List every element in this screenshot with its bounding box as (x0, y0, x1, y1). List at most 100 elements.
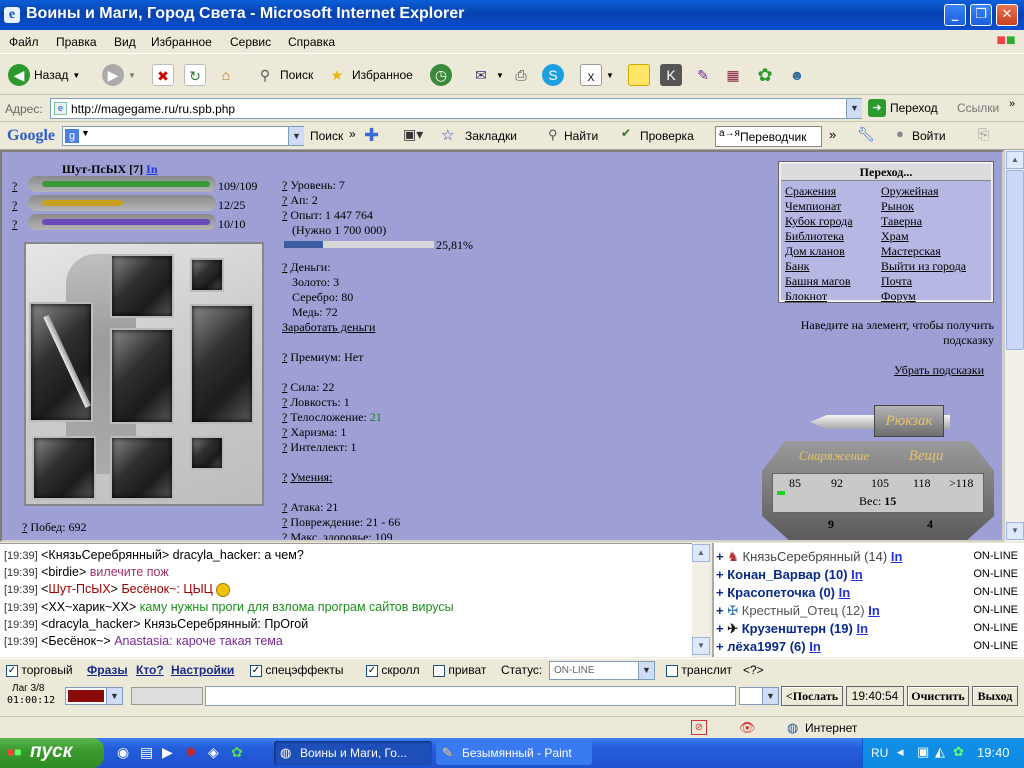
scroll-down-icon[interactable]: ▼ (1006, 522, 1024, 540)
nav-leave-city[interactable]: Выйти из города (881, 259, 966, 274)
nav-tavern[interactable]: Таверна (881, 214, 966, 229)
menu-edit[interactable]: Правка (56, 35, 97, 49)
chat-nick[interactable]: XX~харик~XX (48, 600, 128, 614)
chevron-right-icon[interactable]: » (829, 127, 836, 142)
bug-icon[interactable]: ✹ (185, 744, 197, 761)
chat-nick[interactable]: dracyla_hacker (48, 617, 133, 631)
menu-view[interactable]: Вид (114, 35, 136, 49)
google-search-dropdown[interactable]: ▼ (288, 127, 304, 145)
nav-market[interactable]: Рынок (881, 199, 966, 214)
phrases-link[interactable]: Фразы (87, 663, 128, 677)
scroll-checkbox[interactable]: ✓ скролл (366, 663, 420, 677)
stop-button[interactable]: ✖ (152, 62, 174, 88)
tab-equipment[interactable]: Снаряжение (792, 445, 876, 467)
chat-nick[interactable]: birdie (48, 565, 79, 579)
nav-library[interactable]: Библиотека (785, 229, 853, 244)
user-info-link[interactable]: In (851, 567, 863, 582)
smiles-select[interactable]: ▼ (739, 687, 779, 705)
menu-tools[interactable]: Сервис (230, 35, 271, 49)
print-button[interactable]: ⎙ (510, 62, 532, 88)
tab-items[interactable]: Вещи (896, 445, 956, 467)
nav-city-cup[interactable]: Кубок города (785, 214, 853, 229)
nav-temple[interactable]: Храм (881, 229, 966, 244)
language-indicator[interactable]: RU (871, 746, 888, 760)
nav-mage-tower[interactable]: Башня магов (785, 274, 853, 289)
nav-clan-house[interactable]: Дом кланов (785, 244, 853, 259)
links-label[interactable]: Ссылки (957, 101, 999, 115)
task-ie-window[interactable]: ◍ Воины и Маги, Го... (274, 741, 432, 765)
nav-battles[interactable]: Сражения (785, 184, 853, 199)
close-button[interactable]: ✕ (996, 4, 1018, 26)
armor-slot[interactable] (110, 328, 174, 424)
icq-quicklaunch-icon[interactable]: ✿ (231, 744, 243, 761)
ring-slot[interactable] (190, 436, 224, 470)
back-button[interactable]: ◀ Назад ▼ (8, 62, 80, 88)
tray-chevron-icon[interactable]: ◂ (897, 744, 904, 760)
chat-message-input[interactable] (205, 686, 736, 706)
earn-money-link[interactable]: Заработать деньги (282, 320, 400, 335)
google-search-button[interactable]: Поиск (310, 129, 343, 143)
chevron-right-icon[interactable]: » (1009, 98, 1015, 110)
shield-slot[interactable] (190, 304, 254, 424)
icq-button[interactable]: ✿ (754, 62, 776, 88)
note-button[interactable] (628, 62, 650, 88)
forward-button[interactable]: ▶ ▼ (102, 62, 136, 88)
user-info-link[interactable]: In (891, 549, 903, 564)
user-info-link[interactable]: In (856, 621, 868, 636)
who-link[interactable]: Кто? (136, 663, 164, 677)
amulet-slot[interactable] (190, 258, 224, 292)
translit-checkbox[interactable]: транслит (666, 663, 732, 677)
remove-hints-link[interactable]: Убрать подсказки (894, 363, 984, 378)
user-row[interactable]: + ♞ КнязьСеребрянный (14) In ON-LINE (716, 549, 1022, 567)
user-info-link[interactable]: In (809, 639, 821, 654)
wins-help-link[interactable]: ? (22, 520, 27, 534)
character-info-link[interactable]: In (146, 162, 157, 176)
messenger-button[interactable]: ✎ (692, 62, 714, 88)
privacy-icon[interactable]: 👁︎ (739, 720, 756, 736)
menu-help[interactable]: Справка (288, 35, 335, 49)
minimize-button[interactable]: _ (944, 4, 966, 26)
user-row[interactable]: + лёха1997 (6) In ON-LINE (716, 639, 1022, 657)
chat-scrollbar[interactable]: ▲ ▼ (692, 543, 710, 657)
options-icon[interactable]: ⎘ (978, 126, 989, 143)
settings-link[interactable]: Настройки (171, 663, 234, 677)
color-select[interactable]: ▼ (65, 687, 123, 705)
task-paint-window[interactable]: ✎ Безымянный - Paint (436, 741, 592, 765)
nav-bank[interactable]: Банк (785, 259, 853, 274)
recipient-field[interactable] (131, 687, 203, 705)
user-row[interactable]: + Красопеточка (0) In ON-LINE (716, 585, 1022, 603)
research-button[interactable]: ▦ (722, 62, 744, 88)
user-info-link[interactable]: In (839, 585, 851, 600)
icq-tray-icon[interactable]: ✿ (953, 744, 964, 760)
login-button[interactable]: Войти (912, 129, 946, 143)
desktop-icon[interactable]: ▤ (140, 744, 153, 761)
go-button[interactable]: ➜ Переход (868, 97, 938, 119)
history-button[interactable]: ◷ (430, 62, 452, 88)
address-input[interactable]: e http://magegame.ru/ru.spb.php (50, 98, 862, 119)
menu-file[interactable]: Файл (9, 35, 39, 49)
plus-icon[interactable]: ✚ (364, 125, 379, 146)
clear-button[interactable]: Очистить (907, 686, 969, 706)
skype-button[interactable]: S (542, 62, 564, 88)
translit-help-link[interactable]: <?> (743, 663, 764, 677)
user-info-link[interactable]: In (868, 603, 880, 618)
menu-favorites[interactable]: Избранное (151, 35, 212, 49)
favorites-button[interactable]: ★ Избранное (326, 62, 413, 88)
scroll-thumb[interactable] (1006, 170, 1024, 350)
nav-championship[interactable]: Чемпионат (785, 199, 853, 214)
user-row[interactable]: + Конан_Варвар (10) In ON-LINE (716, 567, 1022, 585)
google-search-input[interactable]: g ▼ (62, 126, 304, 146)
backpack-title[interactable]: Рюкзак (874, 405, 944, 437)
nav-notebook[interactable]: Блокнот (785, 289, 853, 304)
gloves-slot[interactable] (32, 436, 96, 500)
chat-nick[interactable]: Бесёнок~ (48, 634, 103, 648)
check-button[interactable]: Проверка (640, 129, 694, 143)
weapon-slot[interactable] (29, 302, 93, 422)
contacts-button[interactable]: ☻ (786, 62, 808, 88)
bookmarks-button[interactable]: Закладки (465, 129, 517, 143)
chat-nick[interactable]: Шут-ПсЫХ (48, 582, 110, 596)
app-icon[interactable]: ◈ (208, 744, 219, 761)
user-row[interactable]: + ✈ Крузенштерн (19) In ON-LINE (716, 621, 1022, 639)
ie-quicklaunch-icon[interactable]: ◉ (117, 744, 129, 761)
mail-button[interactable]: ✉ ▼ (470, 62, 504, 88)
